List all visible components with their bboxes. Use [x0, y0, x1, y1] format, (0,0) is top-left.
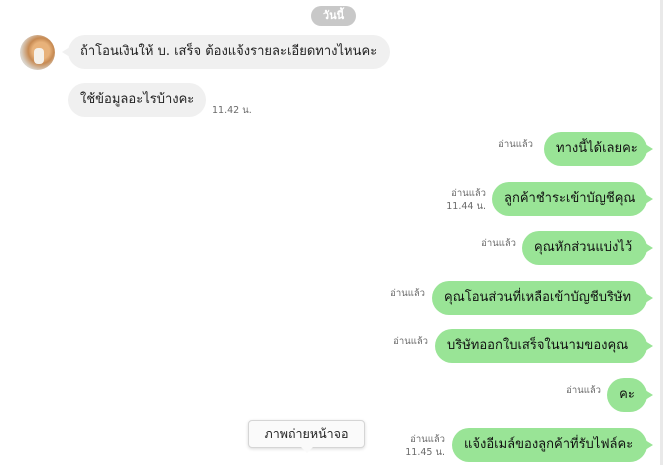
message-text: คุณโอนส่วนที่เหลือเข้าบัญชีบริษัท: [444, 290, 632, 305]
read-receipt: อ่านแล้ว 11.45 น.: [405, 434, 445, 458]
message-text: ทางนี้ได้เลยคะ: [556, 141, 638, 156]
message-text: ใช้ข้อมูลอะไรบ้างคะ: [80, 92, 195, 107]
screenshot-tooltip: ภาพถ่ายหน้าจอ: [248, 420, 365, 453]
read-receipt: อ่านแล้ว 11.44 น.: [446, 188, 486, 212]
message-incoming[interactable]: ถ้าโอนเงินให้ บ. เสร็จ ต้องแจ้งรายละเอีย…: [62, 35, 390, 69]
message-text: คุณหักส่วนแบ่งไว้: [534, 240, 633, 255]
message-text: ลูกค้าชำระเข้าบัญชีคุณ: [504, 191, 636, 206]
message-incoming[interactable]: ใช้ข้อมูลอะไรบ้างคะ: [68, 83, 206, 117]
read-receipt: อ่านแล้ว: [498, 139, 533, 150]
message-text: คะ: [619, 387, 635, 402]
read-receipt: อ่านแล้ว: [390, 288, 425, 299]
read-receipt: อ่านแล้ว: [566, 385, 601, 396]
chat-window: วันนี้ ถ้าโอนเงินให้ บ. เสร็จ ต้องแจ้งรา…: [0, 0, 663, 465]
message-outgoing[interactable]: คุณหักส่วนแบ่งไว้: [522, 231, 653, 265]
message-text: แจ้งอีเมล์ของลูกค้าที่รับไฟล์คะ: [464, 437, 634, 452]
read-receipt: อ่านแล้ว: [393, 336, 428, 347]
avatar[interactable]: [20, 35, 55, 70]
message-text: บริษัทออกใบเสร็จในนามของคุณ: [447, 338, 629, 353]
message-outgoing[interactable]: คะ: [607, 378, 653, 412]
message-outgoing[interactable]: ลูกค้าชำระเข้าบัญชีคุณ: [492, 182, 653, 216]
message-outgoing[interactable]: คุณโอนส่วนที่เหลือเข้าบัญชีบริษัท: [432, 281, 653, 315]
date-separator: วันนี้: [311, 6, 356, 26]
message-timestamp: 11.42 น.: [212, 105, 252, 116]
message-outgoing[interactable]: บริษัทออกใบเสร็จในนามของคุณ: [435, 329, 653, 363]
message-text: ถ้าโอนเงินให้ บ. เสร็จ ต้องแจ้งรายละเอีย…: [80, 44, 378, 59]
avatar-figure: [34, 48, 44, 64]
message-outgoing[interactable]: แจ้งอีเมล์ของลูกค้าที่รับไฟล์คะ: [452, 428, 653, 462]
message-outgoing[interactable]: ทางนี้ได้เลยคะ: [544, 132, 653, 166]
read-receipt: อ่านแล้ว: [481, 238, 516, 249]
